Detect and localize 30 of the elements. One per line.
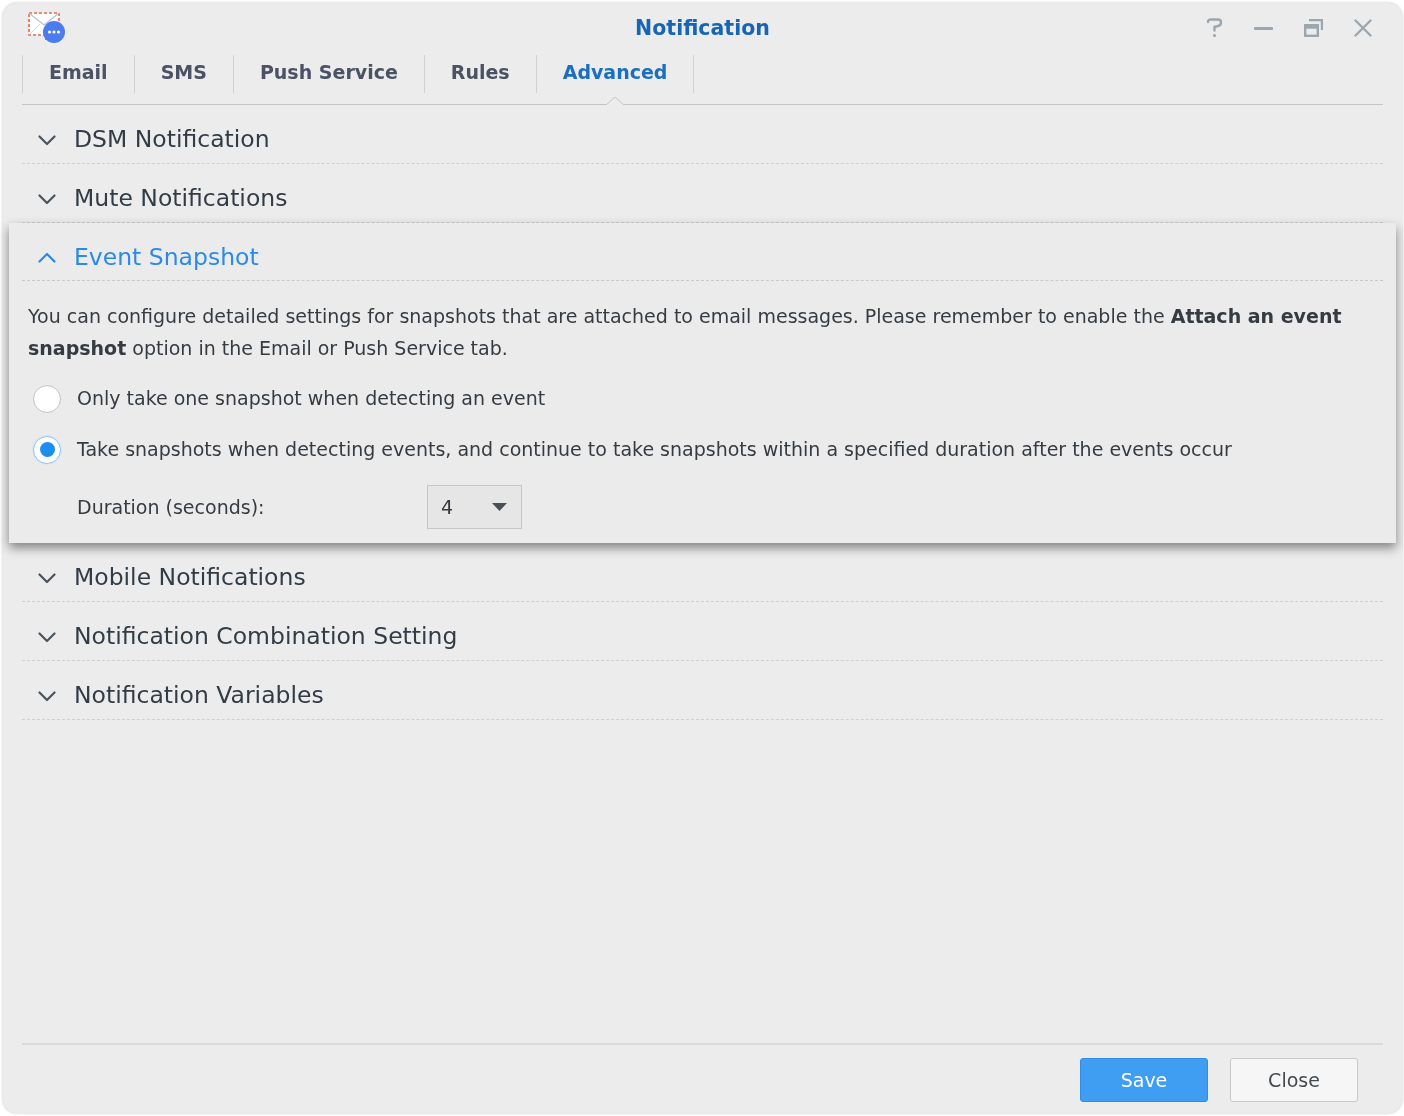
chevron-down-icon <box>38 572 56 584</box>
section-header[interactable]: DSM Notification <box>22 105 1383 164</box>
tab[interactable]: SMS <box>134 53 233 105</box>
minimize-icon[interactable] <box>1254 26 1273 30</box>
close-icon[interactable] <box>1354 19 1372 37</box>
chevron-up-icon <box>38 252 56 263</box>
option-label[interactable]: Take snapshots when detecting events, and continue to take snapshots within a specified duration after the events occur <box>77 435 1232 464</box>
chevron-down-icon <box>38 690 56 702</box>
chevron-down-icon <box>38 631 56 643</box>
section-header[interactable]: Notification Combination Setting <box>22 602 1383 661</box>
duration-label: Duration (seconds): <box>77 494 266 520</box>
restore-icon[interactable] <box>1304 19 1323 37</box>
close-button[interactable]: Close <box>1230 1058 1358 1102</box>
section-header[interactable]: Notification Variables <box>22 661 1383 720</box>
chevron-down-icon <box>38 193 56 205</box>
tab[interactable]: Push Service <box>233 53 424 105</box>
window-title: Notification <box>635 14 770 42</box>
radio-button[interactable] <box>33 435 61 464</box>
envelope-chat-icon <box>28 12 66 44</box>
chevron-down-icon <box>38 134 56 146</box>
radio-button[interactable] <box>33 384 61 413</box>
duration-select[interactable]: 4 <box>427 485 522 529</box>
tab[interactable]: Email <box>23 53 134 105</box>
help-icon[interactable] <box>1206 18 1223 38</box>
section-header[interactable]: Mobile Notifications <box>22 543 1383 602</box>
tab[interactable]: Advanced <box>536 53 694 105</box>
tab[interactable]: Rules <box>424 53 536 105</box>
caret-down-icon <box>492 503 507 511</box>
option-label[interactable]: Only take one snapshot when detecting an event <box>77 384 546 413</box>
description-text: You can configure detailed settings for snapshots that are attached to email messages. Please remember to enable the Attach an event snapshot option in the Email or Push Service tab. <box>27 304 1343 361</box>
